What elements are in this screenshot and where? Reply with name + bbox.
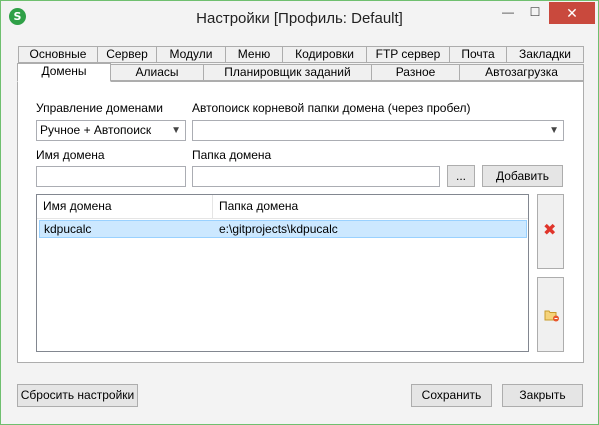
table-header: Имя домена Папка домена — [37, 195, 528, 219]
domains-table[interactable]: Имя домена Папка домена kdpucalc e:\gitp… — [36, 194, 529, 352]
tab-zakladki[interactable]: Закладки — [506, 46, 584, 63]
tab-raznoe[interactable]: Разное — [371, 64, 460, 81]
chevron-down-icon: ▼ — [549, 125, 559, 136]
browse-folder-button[interactable]: ... — [447, 165, 475, 187]
tab-kodirovki[interactable]: Кодировки — [282, 46, 367, 63]
tab-moduli[interactable]: Модули — [156, 46, 226, 63]
tab-aliasy[interactable]: Алиасы — [110, 64, 204, 81]
close-window-button[interactable]: ✕ — [549, 2, 595, 24]
column-header-domain-folder[interactable]: Папка домена — [213, 195, 513, 218]
tab-planirovshchik[interactable]: Планировщик заданий — [203, 64, 372, 81]
domain-folder-input[interactable] — [192, 166, 440, 187]
tab-ftp-server[interactable]: FTP сервер — [366, 46, 450, 63]
settings-window: S Настройки [Профиль: Default] — ☐ ✕ Осн… — [0, 0, 599, 425]
reset-settings-button[interactable]: Сбросить настройки — [17, 384, 138, 407]
manage-domains-value: Ручное + Автопоиск — [40, 123, 152, 137]
tab-server[interactable]: Сервер — [97, 46, 157, 63]
tab-osnovnye[interactable]: Основные — [18, 46, 98, 63]
tab-domeny[interactable]: Домены — [17, 63, 111, 82]
cell-domain-name: kdpucalc — [44, 222, 92, 236]
domain-folder-label: Папка домена — [192, 148, 272, 162]
domain-name-label: Имя домена — [36, 148, 105, 162]
red-x-icon: ✖ — [543, 222, 557, 239]
domain-name-input[interactable] — [36, 166, 186, 187]
tab-pochta[interactable]: Почта — [449, 46, 507, 63]
minimize-button[interactable]: — — [495, 2, 521, 24]
chevron-down-icon: ▼ — [171, 125, 181, 136]
manage-domains-label: Управление доменами — [36, 101, 163, 115]
table-row[interactable]: kdpucalc e:\gitprojects\kdpucalc — [39, 220, 527, 238]
add-domain-button[interactable]: Добавить — [482, 165, 563, 187]
cell-domain-folder: e:\gitprojects\kdpucalc — [219, 222, 338, 236]
manage-domains-select[interactable]: Ручное + Автопоиск ▼ — [36, 120, 186, 141]
autosearch-label: Автопоиск корневой папки домена (через п… — [192, 101, 471, 115]
folder-edit-icon — [544, 310, 559, 322]
column-header-domain-name[interactable]: Имя домена — [37, 195, 212, 218]
maximize-button[interactable]: ☐ — [523, 2, 547, 24]
delete-domain-button[interactable]: ✖ — [537, 194, 564, 269]
title-bar[interactable]: S Настройки [Профиль: Default] — ☐ ✕ — [1, 1, 598, 35]
tab-menu[interactable]: Меню — [225, 46, 283, 63]
close-button[interactable]: Закрыть — [502, 384, 583, 407]
tab-avtozagruzka[interactable]: Автозагрузка — [459, 64, 584, 81]
autosearch-combobox[interactable]: ▼ — [192, 120, 564, 141]
edit-domain-folder-button[interactable] — [537, 277, 564, 352]
save-button[interactable]: Сохранить — [411, 384, 492, 407]
